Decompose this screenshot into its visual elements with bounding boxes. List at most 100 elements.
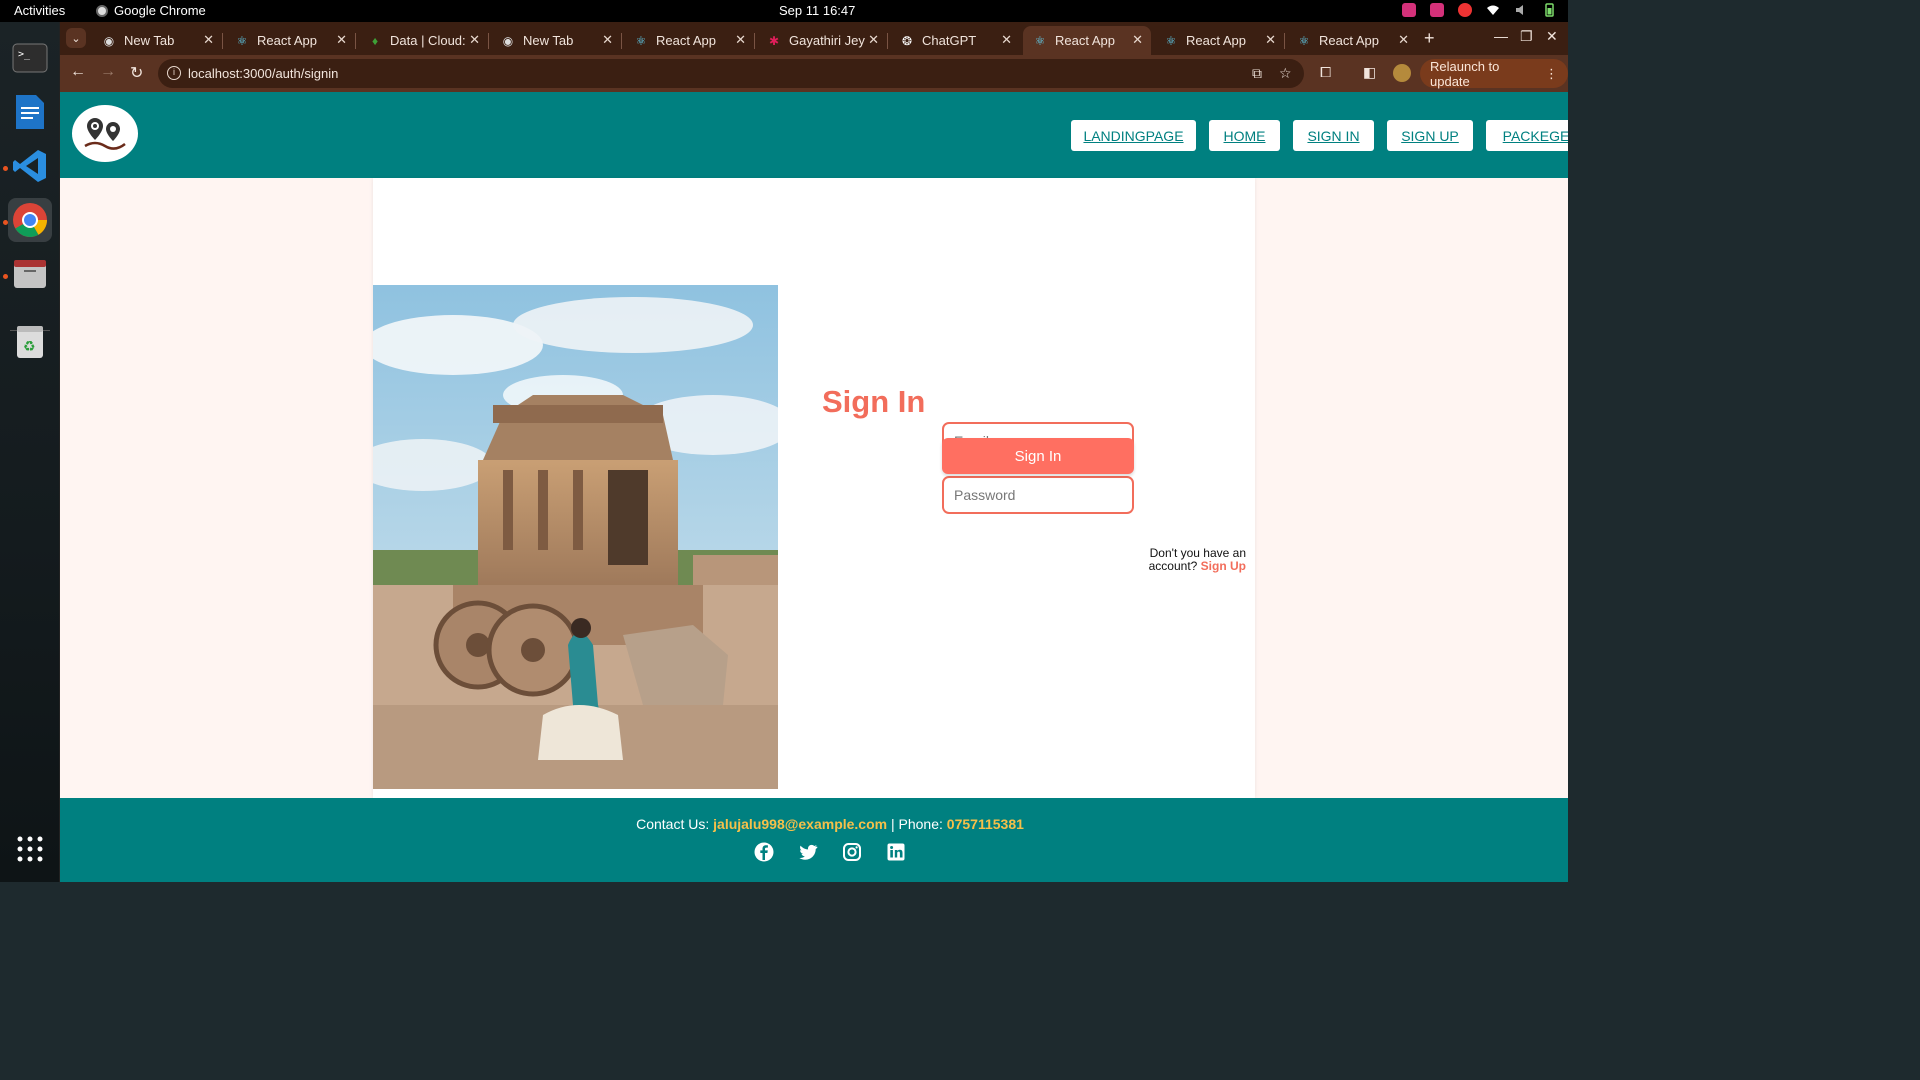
show-apps-button[interactable] xyxy=(8,827,52,871)
chevron-down-icon: ⌄ xyxy=(71,32,81,45)
signup-prompt: Don't you have an account? Sign Up xyxy=(1146,547,1246,573)
forward-arrow-icon[interactable]: → xyxy=(100,63,116,81)
tab-title: React App xyxy=(257,33,317,48)
app-menu[interactable]: Google Chrome xyxy=(96,3,206,18)
minimize-icon[interactable]: — xyxy=(1494,28,1508,44)
signin-button[interactable]: Sign In xyxy=(942,438,1134,474)
extensions-icon[interactable]: ⧠ xyxy=(1320,64,1331,81)
battery-icon[interactable] xyxy=(1542,3,1556,17)
tab[interactable]: ✱ Gayathiri Jey ✕ xyxy=(757,26,888,55)
instagram-icon[interactable] xyxy=(842,842,862,862)
system-tray[interactable] xyxy=(1402,3,1556,17)
do-not-disturb-icon[interactable] xyxy=(1458,3,1472,17)
close-icon[interactable]: ✕ xyxy=(469,32,480,48)
maximize-icon[interactable]: ❐ xyxy=(1520,28,1533,45)
volume-icon[interactable] xyxy=(1514,3,1528,17)
writer-launcher[interactable] xyxy=(8,90,52,134)
signup-link[interactable]: Sign Up xyxy=(1201,559,1246,573)
relaunch-button[interactable]: Relaunch to update ⋮ xyxy=(1420,58,1568,89)
files-launcher[interactable] xyxy=(8,252,52,296)
document-writer-icon xyxy=(16,95,44,129)
close-icon[interactable]: ✕ xyxy=(1265,32,1276,48)
tab[interactable]: ◉ New Tab ✕ xyxy=(491,26,622,55)
temple-chariot-photo xyxy=(373,285,778,789)
nav-link-packege[interactable]: PACKEGE xyxy=(1486,120,1568,151)
svg-text:♻: ♻ xyxy=(23,339,36,355)
nav-link-signin[interactable]: SIGN IN xyxy=(1293,120,1374,151)
app-indicator-icon[interactable] xyxy=(1402,3,1416,17)
react-icon: ⚛ xyxy=(1165,33,1177,48)
tab[interactable]: ◉ New Tab ✕ xyxy=(92,26,223,55)
tab-title: Data | Cloud: xyxy=(390,33,466,48)
tab-active[interactable]: ⚛ React App ✕ xyxy=(1023,26,1151,55)
install-app-icon[interactable]: ⧉ xyxy=(1252,65,1262,82)
close-icon[interactable]: ✕ xyxy=(1398,32,1409,48)
nav-link-home[interactable]: HOME xyxy=(1209,120,1280,151)
address-bar[interactable]: i localhost:3000/auth/signin ⧉ ☆ xyxy=(158,59,1304,88)
bookmark-star-icon[interactable]: ☆ xyxy=(1279,65,1292,82)
chrome-icon: ◉ xyxy=(502,33,514,48)
app-indicator-icon[interactable] xyxy=(1430,3,1444,17)
new-tab-button[interactable]: + xyxy=(1424,28,1435,48)
nav-link-landingpage[interactable]: LANDINGPAGE xyxy=(1071,120,1196,151)
close-icon[interactable]: ✕ xyxy=(203,32,214,48)
site-info-icon[interactable]: i xyxy=(167,66,181,80)
vscode-launcher[interactable] xyxy=(8,144,52,188)
close-icon[interactable]: ✕ xyxy=(1132,32,1143,48)
tab[interactable]: ❂ ChatGPT ✕ xyxy=(890,26,1020,55)
app-name: Google Chrome xyxy=(114,3,206,18)
tab-title: ChatGPT xyxy=(922,33,977,48)
signin-card: Sign In Sign In Don't you have an accoun… xyxy=(373,178,1255,798)
terminal-launcher[interactable]: >_ xyxy=(8,36,52,80)
vscode-icon xyxy=(13,150,46,182)
close-icon[interactable]: ✕ xyxy=(602,32,613,48)
side-panel-icon[interactable]: ◧ xyxy=(1363,64,1376,81)
linkedin-icon[interactable] xyxy=(886,842,906,862)
password-field[interactable] xyxy=(942,476,1134,514)
close-window-icon[interactable]: ✕ xyxy=(1546,28,1558,45)
site-logo[interactable] xyxy=(72,105,138,162)
chrome-icon: ◉ xyxy=(103,33,115,48)
tab-title: React App xyxy=(1055,33,1115,48)
close-icon[interactable]: ✕ xyxy=(1001,32,1012,48)
dock: >_ ♻ xyxy=(0,22,60,882)
close-icon[interactable]: ✕ xyxy=(868,32,879,48)
openai-icon: ❂ xyxy=(901,33,913,48)
tab[interactable]: ⚛ React App ✕ xyxy=(1154,26,1285,55)
contact-phone[interactable]: 0757115381 xyxy=(947,816,1024,832)
facebook-icon[interactable] xyxy=(754,842,774,862)
relaunch-label: Relaunch to update xyxy=(1430,58,1500,89)
browser-toolbar: ← → ↻ i localhost:3000/auth/signin ⧉ ☆ ⧠… xyxy=(60,55,1568,92)
react-icon: ⚛ xyxy=(236,33,248,48)
folder-icon xyxy=(14,260,46,288)
contact-label: Contact Us: xyxy=(636,816,710,832)
tab[interactable]: ⚛ React App ✕ xyxy=(624,26,755,55)
back-arrow-icon[interactable]: ← xyxy=(70,63,86,81)
terminal-icon: >_ xyxy=(12,43,48,73)
tab[interactable]: ⚛ React App ✕ xyxy=(225,26,356,55)
clock[interactable]: Sep 11 16:47 xyxy=(779,3,855,18)
slack-icon: ✱ xyxy=(768,33,780,48)
map-pins-icon xyxy=(84,117,126,150)
twitter-icon[interactable] xyxy=(798,842,818,862)
mongodb-leaf-icon: ♦ xyxy=(371,33,379,48)
tab[interactable]: ⚛ React App ✕ xyxy=(1287,26,1417,55)
tab[interactable]: ♦ Data | Cloud: ✕ xyxy=(358,26,489,55)
close-icon[interactable]: ✕ xyxy=(336,32,347,48)
reload-icon[interactable]: ↻ xyxy=(130,63,143,83)
chrome-launcher[interactable] xyxy=(8,198,52,242)
activities-button[interactable]: Activities xyxy=(14,3,65,18)
profile-avatar[interactable] xyxy=(1393,64,1411,82)
close-icon[interactable]: ✕ xyxy=(735,32,746,48)
tab-search-button[interactable]: ⌄ xyxy=(66,28,86,48)
tab-title: New Tab xyxy=(523,33,574,48)
contact-email[interactable]: jalujalu998@example.com xyxy=(713,816,887,832)
site-footer: Contact Us: jalujalu998@example.com | Ph… xyxy=(60,798,1568,882)
url-text[interactable]: localhost:3000/auth/signin xyxy=(188,66,338,81)
nav-link-signup[interactable]: SIGN UP xyxy=(1387,120,1473,151)
react-icon: ⚛ xyxy=(635,33,647,48)
tab-strip: ⌄ ◉ New Tab ✕ ⚛ React App ✕ ♦ Data | Clo… xyxy=(60,22,1568,55)
tab-title: React App xyxy=(656,33,716,48)
wifi-icon[interactable] xyxy=(1486,3,1500,17)
trash-launcher[interactable]: ♻ xyxy=(8,320,52,364)
